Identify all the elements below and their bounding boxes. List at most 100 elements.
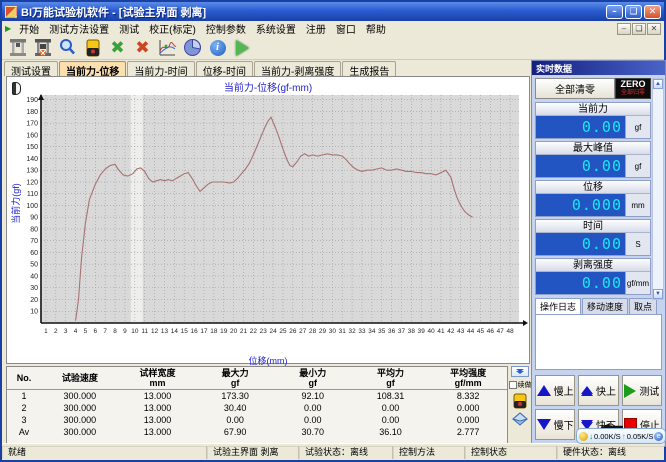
display-unit: gf [625, 116, 650, 138]
display-label: 当前力 [536, 103, 650, 116]
svg-text:48: 48 [507, 328, 515, 335]
table-cell: 13.000 [119, 426, 197, 438]
zero-all-button[interactable]: 全部清零 [535, 78, 615, 99]
zoom-cursor-icon[interactable] [12, 82, 21, 95]
restore-icon[interactable]: ❏ [632, 23, 646, 35]
calibration-card-icon[interactable] [81, 37, 104, 59]
table-row[interactable]: 3300.00013.0000.000.000.000.000 [7, 414, 507, 426]
menu-item-0[interactable]: 开始 [14, 25, 44, 36]
svg-text:31: 31 [339, 328, 347, 335]
operation-log-box[interactable] [535, 314, 662, 370]
menu-item-1[interactable]: 测试方法设置 [44, 25, 114, 36]
svg-text:42: 42 [447, 328, 455, 335]
table-cell: 0.00 [274, 402, 352, 414]
close-icon[interactable]: ✕ [644, 5, 661, 19]
window-title: BI万能试验机软件 - [试验主界面 剥离] [21, 4, 206, 20]
upload-arrow-icon: ↑ [622, 432, 626, 441]
close-icon[interactable]: ✕ [647, 23, 661, 35]
display-unit: gf [625, 155, 650, 177]
y-axis-label: 当前力(gf) [9, 183, 22, 224]
table-cell: 13.000 [119, 414, 197, 426]
jog-button-1[interactable]: 快上 [578, 375, 618, 406]
network-speed-widget[interactable]: ↓ 0.00K/S ↑ 0.05K/S e [576, 428, 666, 444]
minimize-icon[interactable]: – [617, 23, 631, 35]
menu-item-2[interactable]: 测试 [114, 25, 144, 36]
menu-item-5[interactable]: 系统设置 [251, 25, 301, 36]
minimize-icon[interactable]: – [606, 5, 623, 19]
info-icon[interactable]: i [206, 37, 229, 59]
svg-text:110: 110 [27, 191, 38, 198]
jog-button-0[interactable]: 慢上 [535, 375, 575, 406]
log-tab-1[interactable]: 移动速度 [582, 298, 628, 314]
zero-badge[interactable]: ZERO 全部归零 [615, 78, 651, 99]
continue-checkbox[interactable]: 续做 [509, 380, 532, 390]
svg-text:29: 29 [319, 328, 327, 335]
status-field-5: 硬件状态：离线 [557, 446, 664, 459]
play-icon [624, 384, 636, 398]
svg-text:17: 17 [200, 328, 208, 335]
svg-text:39: 39 [418, 328, 426, 335]
panel-scrollbar[interactable]: ▲ ▼ [652, 78, 664, 300]
test-machine-alarm-icon[interactable] [31, 37, 54, 59]
display-value: 0.00 [536, 233, 625, 255]
green-cross-icon[interactable]: ✖ [106, 37, 129, 59]
menu-items: 开始测试方法设置测试校正(标定)控制参数系统设置注册窗口帮助 [14, 21, 391, 36]
log-tab-2[interactable]: 取点 [629, 298, 657, 314]
table-header-2: 试样宽度mm [119, 367, 197, 389]
tab-3[interactable]: 位移-时间 [196, 61, 253, 76]
svg-text:8: 8 [113, 328, 117, 335]
scroll-up-icon[interactable]: ▲ [653, 79, 663, 89]
checkbox-label: 续做 [518, 380, 532, 390]
run-icon[interactable] [231, 37, 254, 59]
menu-item-8[interactable]: 帮助 [361, 25, 391, 36]
display-unit: mm [625, 194, 650, 216]
cube-icon[interactable] [512, 412, 528, 426]
status-field-1: 试验主界面 剥离 [207, 446, 299, 459]
svg-text:30: 30 [30, 285, 38, 292]
tab-4[interactable]: 当前力-剥离强度 [254, 61, 341, 76]
svg-text:36: 36 [388, 328, 396, 335]
svg-text:9: 9 [123, 328, 127, 335]
tab-0[interactable]: 测试设置 [4, 61, 58, 76]
scroll-down-icon[interactable]: ▼ [653, 289, 663, 299]
checkbox-box[interactable] [509, 381, 517, 389]
menu-item-4[interactable]: 控制参数 [201, 25, 251, 36]
tab-2[interactable]: 当前力-时间 [127, 61, 194, 76]
table-row[interactable]: Av300.00013.00067.9030.7036.102.777 [7, 426, 507, 438]
svg-text:43: 43 [457, 328, 465, 335]
menu-item-3[interactable]: 校正(标定) [144, 25, 201, 36]
calibration-card-icon[interactable] [513, 393, 527, 409]
table-cell: 0.00 [352, 414, 430, 426]
svg-text:25: 25 [279, 328, 287, 335]
table-row[interactable]: 2300.00013.00030.400.000.000.000 [7, 402, 507, 414]
tab-5[interactable]: 生成报告 [342, 61, 396, 76]
table-row[interactable]: 1300.00013.000173.3092.10108.318.332 [7, 389, 507, 402]
test-machine-icon[interactable] [6, 37, 29, 59]
tab-1[interactable]: 当前力-位移 [59, 61, 126, 76]
table-cell: 300.000 [41, 402, 119, 414]
menu-item-7[interactable]: 窗口 [331, 25, 361, 36]
jog-button-2[interactable]: 测试 [622, 375, 662, 406]
chart-panel: 当前力-位移(gf-mm) 当前力(gf) 123456789101112131… [6, 76, 530, 364]
jog-button-3[interactable]: 慢下 [535, 409, 575, 440]
curve-graph-icon[interactable] [156, 37, 179, 59]
display-label: 最大峰值 [536, 142, 650, 155]
collapse-chevron-icon[interactable] [511, 366, 529, 377]
svg-text:50: 50 [30, 262, 38, 269]
table-cell: 92.10 [274, 389, 352, 402]
svg-text:90: 90 [30, 215, 38, 222]
restore-icon[interactable]: ❏ [625, 5, 642, 19]
svg-text:12: 12 [151, 328, 159, 335]
red-cross-icon[interactable]: ✖ [131, 37, 154, 59]
display-value: 0.00 [536, 116, 625, 138]
pie-chart-icon[interactable] [181, 37, 204, 59]
menu-item-6[interactable]: 注册 [301, 25, 331, 36]
arrow-down-double-icon [581, 423, 593, 427]
table-cell: 3 [7, 414, 41, 426]
zoom-icon[interactable] [56, 37, 79, 59]
table-cell: 300.000 [41, 414, 119, 426]
log-tab-0[interactable]: 操作日志 [535, 298, 581, 314]
svg-text:44: 44 [467, 328, 475, 335]
status-field-4: 控制状态 [465, 446, 557, 459]
arrow-up-icon [537, 385, 551, 396]
